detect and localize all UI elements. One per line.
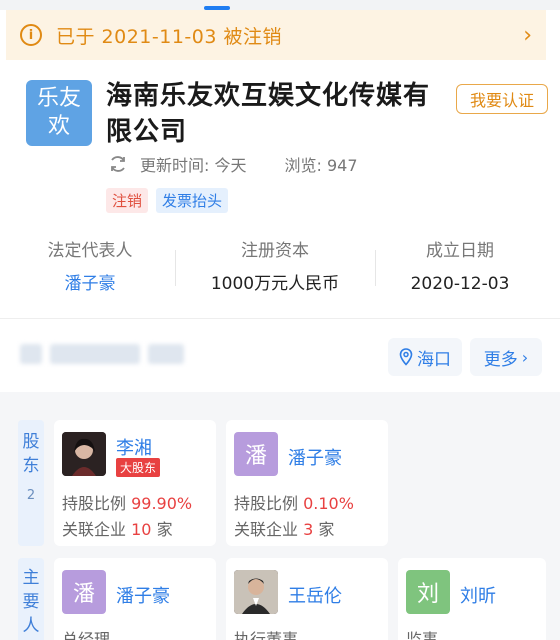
related-companies: 关联企业 3 家 <box>234 520 335 539</box>
update-time: 更新时间: 今天 <box>140 156 247 175</box>
claim-button[interactable]: 我要认证 <box>456 84 548 114</box>
avatar <box>62 432 106 476</box>
stat-label: 成立日期 <box>426 241 494 261</box>
shareholders-count: 2 <box>26 488 36 503</box>
personnel-card[interactable]: 刘 刘昕 监事 <box>398 558 546 640</box>
share-ratio: 持股比例 0.10% <box>234 494 354 513</box>
personnel-card[interactable]: 潘 潘子豪 总经理 <box>54 558 216 640</box>
person-name[interactable]: 潘子豪 <box>116 582 170 608</box>
info-icon: i <box>20 24 42 46</box>
stat-label: 法定代表人 <box>47 241 133 261</box>
chevron-right-icon: › <box>523 22 532 48</box>
notice-text: 已于 2021-11-03 被注销 <box>56 25 282 48</box>
stat-legal-rep: 法定代表人 潘子豪 <box>0 236 180 302</box>
top-strip <box>0 0 560 10</box>
stat-label: 注册资本 <box>241 241 309 261</box>
avatar: 潘 <box>234 432 278 476</box>
legal-rep-link[interactable]: 潘子豪 <box>0 266 180 302</box>
invoice-title-tag[interactable]: 发票抬头 <box>156 188 229 213</box>
more-button[interactable]: 更多 › <box>470 338 542 376</box>
person-name[interactable]: 王岳伦 <box>288 582 342 608</box>
shareholders-tab-label: 股东 <box>22 432 40 476</box>
tab-shareholders[interactable]: 股东 2 <box>18 420 44 546</box>
stat-value: 1000万元人民币 <box>210 274 340 294</box>
key-stats: 法定代表人 潘子豪 注册资本 1000万元人民币 成立日期 2020-12-03 <box>0 236 560 306</box>
avatar: 刘 <box>406 570 450 614</box>
redacted-address <box>50 344 140 364</box>
related-companies: 关联企业 10 家 <box>62 520 173 539</box>
status-tag: 注销 <box>106 188 149 213</box>
location-pin-icon <box>399 348 413 366</box>
share-ratio: 持股比例 99.90% <box>62 494 193 513</box>
avatar <box>234 570 278 614</box>
redacted-address <box>20 344 42 364</box>
person-role: 执行董事 <box>234 630 299 640</box>
shareholder-card[interactable]: 潘 潘子豪 持股比例 0.10% 关联企业 3 家 <box>226 420 388 546</box>
shareholder-card[interactable]: 李湘 大股东 持股比例 99.90% 关联企业 10 家 <box>54 420 216 546</box>
company-name: 海南乐友欢互娱文化传媒有限公司 <box>106 81 431 147</box>
person-name[interactable]: 刘昕 <box>460 582 496 608</box>
shareholder-name[interactable]: 李湘 <box>116 434 152 460</box>
stat-founded: 成立日期 2020-12-03 <box>370 236 550 302</box>
avatar: 潘 <box>62 570 106 614</box>
cancellation-notice-bar[interactable]: i 已于 2021-11-03 被注销 › <box>6 10 546 60</box>
major-shareholder-badge: 大股东 <box>116 458 161 477</box>
company-logo: 乐友欢 <box>26 80 92 146</box>
stat-value: 2020-12-03 <box>410 274 510 294</box>
person-role: 总经理 <box>62 630 111 640</box>
tag-list: 注销 发票抬头 <box>106 188 229 213</box>
personnel-card[interactable]: 王岳伦 执行董事 <box>226 558 388 640</box>
address-row: 海口 更多 › <box>0 330 560 382</box>
key-people-tab-label: 主要人员 <box>22 568 40 636</box>
shareholder-name[interactable]: 潘子豪 <box>288 444 342 470</box>
more-label: 更多 <box>483 349 518 370</box>
refresh-icon[interactable] <box>108 154 128 174</box>
chevron-right-icon: › <box>521 347 529 367</box>
divider <box>175 250 176 286</box>
view-count: 浏览: 947 <box>284 156 358 175</box>
location-label: 海口 <box>417 349 451 370</box>
redacted-address <box>148 344 184 364</box>
stat-capital: 注册资本 1000万元人民币 <box>185 236 365 302</box>
meta-row: 更新时间: 今天 浏览: 947 <box>108 152 358 176</box>
person-role: 监事 <box>406 630 439 640</box>
tab-key-personnel[interactable]: 主要人员 <box>18 558 44 640</box>
divider <box>0 318 560 319</box>
location-button[interactable]: 海口 <box>388 338 462 376</box>
